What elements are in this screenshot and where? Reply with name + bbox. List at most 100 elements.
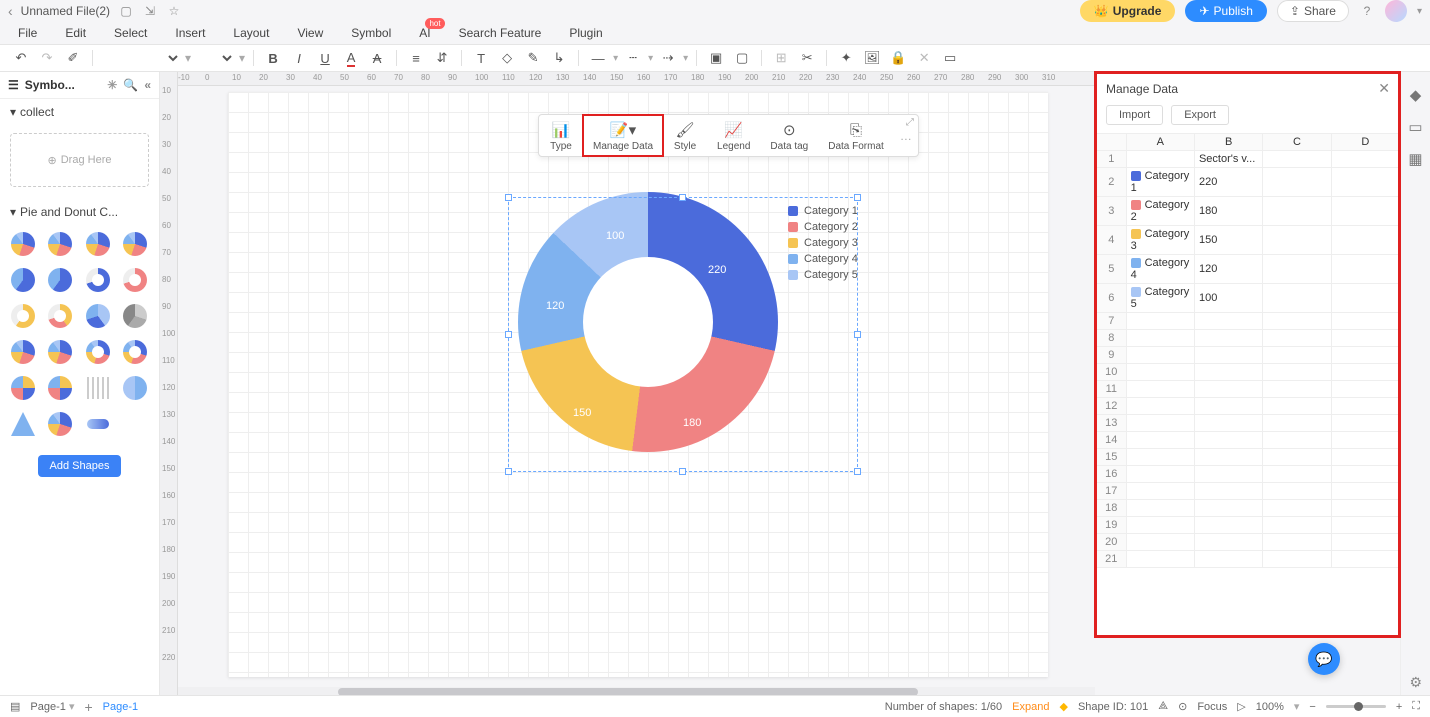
shape-thumb[interactable] [83,229,113,259]
page-selector[interactable]: Page-1 ▾ [30,700,74,713]
pin-icon[interactable]: ✳ [107,78,117,92]
shape-thumb[interactable] [120,229,150,259]
menu-plugin[interactable]: Plugin [569,26,602,40]
line-dash-icon[interactable]: ┄ [622,47,644,69]
front-icon[interactable]: ▣ [705,47,727,69]
back-icon[interactable]: ‹ [8,3,13,19]
import-button[interactable]: Import [1106,105,1163,125]
close-icon[interactable]: ✕ [1378,80,1390,97]
grid-icon[interactable]: ▦ [1407,150,1425,168]
collapse-icon[interactable]: « [144,78,151,92]
shape-thumb[interactable] [83,409,113,439]
shape-thumb[interactable] [45,373,75,403]
size-select[interactable] [195,50,235,66]
data-grid[interactable]: ABCD1Sector's v...2Category 12203Categor… [1096,133,1400,637]
pin-icon[interactable]: ⤢ [906,117,914,128]
chart-tool-style[interactable]: 🖌Style [663,115,707,156]
shape-tool-icon[interactable]: ◇ [496,47,518,69]
share-button[interactable]: ⇪Share [1277,0,1349,22]
help-icon[interactable]: ? [1359,3,1375,19]
crop-icon[interactable]: ✂ [796,47,818,69]
resize-handle[interactable] [854,331,861,338]
shape-thumb[interactable] [45,265,75,295]
expand-link[interactable]: Expand [1012,701,1049,713]
shape-thumb[interactable] [45,229,75,259]
add-shapes-button[interactable]: Add Shapes [38,455,122,477]
image-icon[interactable]: 🖼 [861,47,883,69]
clear-format-icon[interactable]: A [366,47,388,69]
hamburger-icon[interactable]: ☰ [8,78,19,92]
resize-handle[interactable] [505,194,512,201]
resize-handle[interactable] [679,468,686,475]
shape-thumb[interactable] [45,301,75,331]
zoom-value[interactable]: 100% [1256,701,1284,713]
shape-thumb[interactable] [45,337,75,367]
menu-search[interactable]: Search Feature [459,26,542,40]
group-icon[interactable]: ⊞ [770,47,792,69]
chart-tool-manage-data[interactable]: 📝▾Manage Data [583,115,663,156]
settings-fab[interactable]: ⚙ [1409,674,1422,691]
canvas-page[interactable]: 📊Type 📝▾Manage Data 🖌Style 📈Legend ⊙Data… [228,92,1048,677]
shape-thumb[interactable] [8,373,38,403]
export-icon[interactable]: ⇲ [142,3,158,19]
pages-icon[interactable]: ▤ [10,700,20,713]
shape-thumb[interactable] [120,337,150,367]
shape-thumb[interactable] [8,409,38,439]
zoom-slider[interactable] [1326,705,1386,708]
undo-icon[interactable]: ↶ [10,47,32,69]
layers-icon[interactable]: ▭ [1407,118,1425,136]
save-icon[interactable]: ▢ [118,3,134,19]
bold-icon[interactable]: B [262,47,284,69]
shape-thumb[interactable] [8,229,38,259]
chart-tool-dataformat[interactable]: ⎘Data Format [818,115,894,156]
connector-icon[interactable]: ↳ [548,47,570,69]
zoom-out-button[interactable]: − [1309,701,1315,713]
menu-file[interactable]: File [18,26,37,40]
account-dropdown-icon[interactable]: ▾ [1417,6,1422,17]
play-icon[interactable]: ▷ [1237,700,1245,713]
theme-icon[interactable]: ◆ [1407,86,1425,104]
resize-handle[interactable] [505,331,512,338]
menu-ai[interactable]: AIhot [419,26,430,40]
present-icon[interactable]: ▭ [939,47,961,69]
effects-icon[interactable]: ✦ [835,47,857,69]
avatar[interactable] [1385,0,1407,22]
publish-button[interactable]: ✈Publish [1185,0,1266,22]
menu-insert[interactable]: Insert [175,26,205,40]
menu-edit[interactable]: Edit [65,26,86,40]
menu-select[interactable]: Select [114,26,147,40]
line-spacing-icon[interactable]: ⇵ [431,47,453,69]
format-painter-icon[interactable]: ✐ [62,47,84,69]
arrow-icon[interactable]: ⇢ [657,47,679,69]
resize-handle[interactable] [679,194,686,201]
shape-thumb[interactable] [83,265,113,295]
redo-icon[interactable]: ↷ [36,47,58,69]
shape-thumb[interactable] [83,337,113,367]
target-icon[interactable]: ⊙ [1178,700,1187,713]
highlight-icon[interactable]: ✎ [522,47,544,69]
back-icon-tool[interactable]: ▢ [731,47,753,69]
chart-tool-type[interactable]: 📊Type [539,115,583,156]
resize-handle[interactable] [854,468,861,475]
lock-icon[interactable]: 🔒 [887,47,909,69]
page-tab[interactable]: Page-1 [103,701,138,713]
italic-icon[interactable]: I [288,47,310,69]
shape-thumb[interactable] [8,301,38,331]
collect-section[interactable]: ▾collect [0,99,159,125]
zoom-in-button[interactable]: + [1396,701,1402,713]
layers-toggle-icon[interactable]: ⟁ [1158,700,1168,713]
line-style-icon[interactable]: — [587,47,609,69]
focus-label[interactable]: Focus [1197,701,1227,713]
shape-thumb[interactable] [120,301,150,331]
shape-thumb[interactable] [83,373,113,403]
font-color-icon[interactable]: A [340,47,362,69]
text-tool-icon[interactable]: T [470,47,492,69]
tools-icon[interactable]: ✕ [913,47,935,69]
underline-icon[interactable]: U [314,47,336,69]
shape-thumb[interactable] [83,301,113,331]
resize-handle[interactable] [854,194,861,201]
shape-thumb[interactable] [45,409,75,439]
shape-thumb[interactable] [120,265,150,295]
fullscreen-icon[interactable]: ⛶ [1412,700,1420,713]
pie-section[interactable]: ▾Pie and Donut C... [0,199,159,225]
